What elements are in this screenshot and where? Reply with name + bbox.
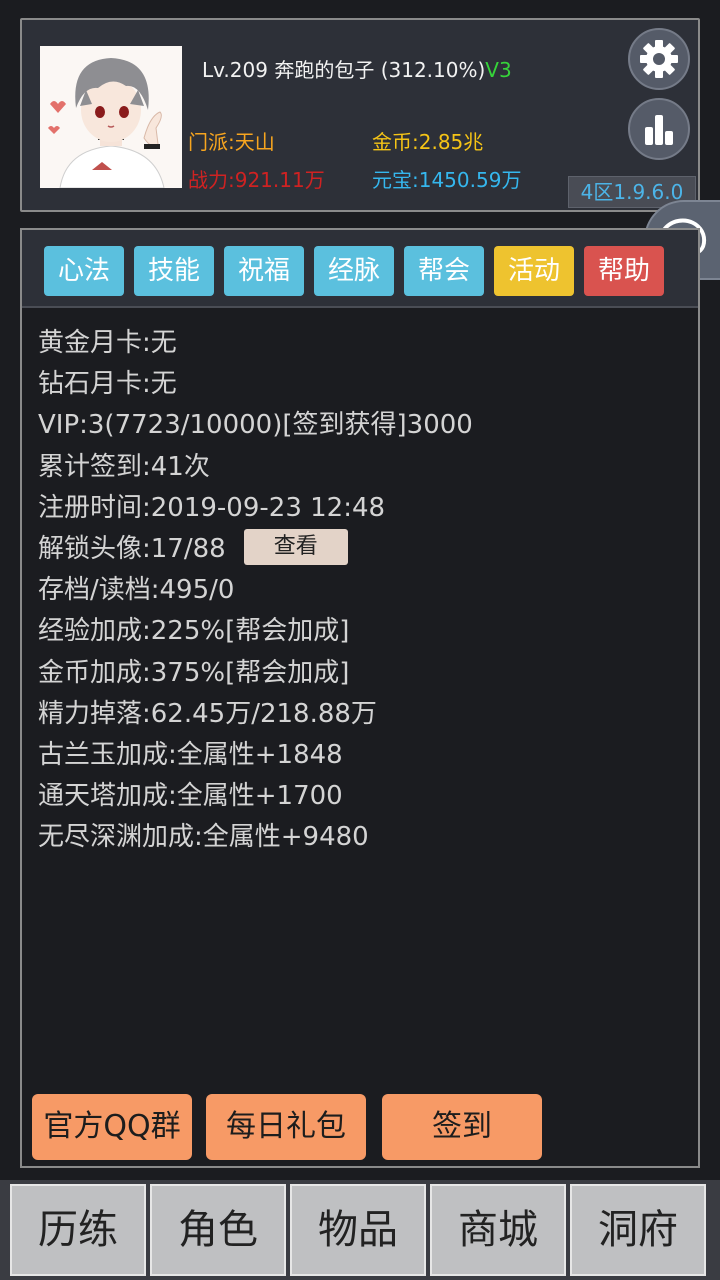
tab-meridian[interactable]: 经脉 [314,246,394,296]
player-level: Lv.209 [202,58,268,82]
info-abyss-bonus: 无尽深渊加成:全属性+9480 [38,822,369,853]
info-register-time: 注册时间:2019-09-23 12:48 [38,492,386,523]
player-info-panel: Lv.209 奔跑的包子 (312.10%)V3 门派:天山 金币:2.85兆 … [20,18,700,212]
info-save-load: 存档/读档:495/0 [38,575,235,606]
stats-button[interactable] [628,98,690,160]
gear-icon [640,40,678,78]
info-list: 黄金月卡:无 钻石月卡:无 VIP:3(7723/10000)[签到获得]300… [38,320,473,855]
nav-cave[interactable]: 洞府 [570,1184,706,1276]
character-info-panel: 心法 技能 祝福 经脉 帮会 活动 帮助 黄金月卡:无 钻石月卡:无 VIP:3… [20,228,700,1168]
tab-blessing[interactable]: 祝福 [224,246,304,296]
info-vip: VIP:3(7723/10000)[签到获得]3000 [38,410,473,441]
player-exp-percent: (312.10%) [380,58,486,82]
tab-help[interactable]: 帮助 [584,246,664,296]
nav-shop[interactable]: 商城 [430,1184,566,1276]
tab-guild[interactable]: 帮会 [404,246,484,296]
vip-tag: V3 [485,58,512,82]
nav-training[interactable]: 历练 [10,1184,146,1276]
tab-events[interactable]: 活动 [494,246,574,296]
info-gulan-jade-bonus: 古兰玉加成:全属性+1848 [38,739,343,770]
settings-button[interactable] [628,28,690,90]
info-gold-monthly-card: 黄金月卡:无 [38,328,177,359]
info-total-signin: 累计签到:41次 [38,451,210,482]
player-avatar[interactable] [40,46,182,188]
nav-items[interactable]: 物品 [290,1184,426,1276]
daily-gift-button[interactable]: 每日礼包 [206,1094,366,1160]
player-power: 战力:921.11万 [188,168,325,192]
info-tower-bonus: 通天塔加成:全属性+1700 [38,781,343,812]
player-sect: 门派:天山 [188,130,275,154]
sign-in-button[interactable]: 签到 [382,1094,542,1160]
avatar-illustration [40,46,182,188]
player-name: 奔跑的包子 [274,58,375,82]
view-avatars-button[interactable]: 查看 [243,528,348,565]
info-diamond-monthly-card: 钻石月卡:无 [38,369,177,400]
nav-character[interactable]: 角色 [150,1184,286,1276]
qq-group-button[interactable]: 官方QQ群 [32,1094,192,1160]
info-energy-drop: 精力掉落:62.45万/218.88万 [38,698,377,729]
tab-xinfa[interactable]: 心法 [44,246,124,296]
info-unlocked-avatars-row: 解锁头像:17/88 查看 [38,526,473,567]
bottom-navigation: 历练 角色 物品 商城 洞府 [0,1180,720,1280]
tab-skills[interactable]: 技能 [134,246,214,296]
info-gold-bonus: 金币加成:375%[帮会加成] [38,657,350,688]
function-tabbar: 心法 技能 祝福 经脉 帮会 活动 帮助 [22,230,698,308]
bar-chart-icon [645,115,673,145]
player-title-line: Lv.209 奔跑的包子 (312.10%)V3 [202,54,512,83]
info-exp-bonus: 经验加成:225%[帮会加成] [38,616,350,647]
player-yuanbao: 元宝:1450.59万 [372,168,522,192]
info-unlocked-avatars: 解锁头像:17/88 [38,534,226,565]
player-gold: 金币:2.85兆 [372,130,484,154]
